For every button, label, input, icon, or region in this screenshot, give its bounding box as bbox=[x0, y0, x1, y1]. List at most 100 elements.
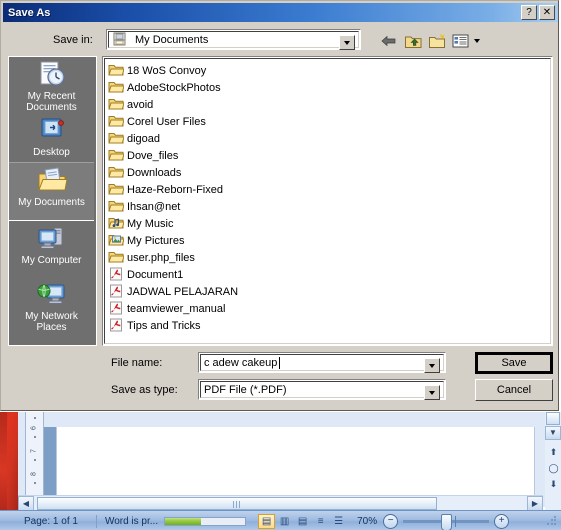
chevron-down-icon[interactable] bbox=[339, 35, 355, 50]
scroll-down-button[interactable]: ▼ bbox=[545, 426, 561, 440]
vertical-ruler[interactable]: 6 7 8 bbox=[25, 412, 44, 507]
list-item[interactable]: avoid bbox=[108, 96, 236, 113]
list-item[interactable]: Document1 bbox=[108, 266, 236, 283]
status-progress-bar bbox=[164, 516, 247, 526]
cancel-button[interactable]: Cancel bbox=[475, 379, 553, 401]
back-button[interactable] bbox=[377, 30, 400, 52]
list-item[interactable]: teamviewer_manual bbox=[108, 300, 236, 317]
zoom-slider-control[interactable]: − + bbox=[383, 513, 510, 530]
zoom-slider-track[interactable] bbox=[403, 513, 490, 530]
draft-icon: ☰ bbox=[334, 515, 344, 527]
zoom-out-button[interactable]: − bbox=[383, 513, 399, 529]
dialog-body: My Recent Documents Desktop My Documents… bbox=[8, 56, 553, 346]
pictures-folder-icon bbox=[108, 233, 125, 248]
up-one-level-button[interactable] bbox=[402, 30, 425, 52]
list-item-label: 18 WoS Convoy bbox=[127, 64, 207, 77]
sidebar-item-label: My Network Places bbox=[25, 311, 78, 333]
dialog-title-bar[interactable]: Save As ? ✕ bbox=[3, 3, 558, 22]
list-item[interactable]: digoad bbox=[108, 130, 236, 147]
horizontal-scrollbar[interactable]: ◀ ▶ bbox=[18, 495, 543, 511]
resize-grip[interactable] bbox=[546, 515, 558, 527]
chevron-down-icon[interactable] bbox=[424, 385, 440, 400]
file-name-value: c adew cakeup bbox=[204, 356, 278, 369]
views-button[interactable] bbox=[451, 30, 481, 52]
help-button[interactable]: ? bbox=[521, 5, 537, 20]
list-item-label: Dove_files bbox=[127, 149, 179, 162]
file-list-columns: 18 WoS Convoy AdobeStockPhotos avoid Cor… bbox=[108, 62, 548, 341]
full-screen-reading-view-button[interactable]: ▥ bbox=[276, 514, 293, 529]
save-as-type-label: Save as type: bbox=[111, 384, 178, 396]
print-layout-view-button[interactable]: ▤ bbox=[258, 513, 276, 529]
status-page-indicator[interactable]: Page: 1 of 1 bbox=[0, 516, 88, 527]
folder-icon bbox=[108, 97, 125, 112]
sidebar-item-label: Desktop bbox=[33, 147, 70, 158]
desktop-icon bbox=[36, 116, 68, 146]
dialog-title: Save As bbox=[8, 6, 51, 19]
list-item-label: My Pictures bbox=[127, 234, 185, 247]
my-documents-folder-icon bbox=[36, 166, 68, 196]
list-item-label: user.php_files bbox=[127, 251, 195, 264]
sidebar-item-my-documents[interactable]: My Documents bbox=[9, 162, 94, 221]
screen: 6 7 8 ◀ ▶ ▼ ⬆ ◯ ⬇ Page: 1 of 1 Word is p… bbox=[0, 0, 561, 530]
list-item[interactable]: JADWAL PELAJARAN bbox=[108, 283, 239, 300]
folder-icon bbox=[108, 250, 125, 265]
full-screen-reading-icon: ▥ bbox=[279, 515, 290, 527]
previous-page-button[interactable]: ⬆ bbox=[548, 446, 559, 459]
list-item[interactable]: My Music bbox=[108, 215, 236, 232]
save-as-type-dropdown[interactable]: PDF File (*.PDF) bbox=[198, 379, 446, 400]
select-browse-object-button[interactable]: ◯ bbox=[548, 462, 559, 475]
draft-view-button[interactable]: ☰ bbox=[330, 514, 347, 529]
list-item[interactable]: Dove_files bbox=[108, 147, 236, 164]
zoom-level-label[interactable]: 70% bbox=[357, 516, 377, 527]
list-item[interactable]: user.php_files bbox=[108, 249, 236, 266]
sidebar-item-label: My Computer bbox=[21, 255, 82, 266]
view-buttons-group: ▤ ▥ ▤ ≡ ☰ bbox=[258, 513, 347, 529]
title-bar-buttons: ? ✕ bbox=[521, 5, 558, 20]
list-item[interactable]: Ihsan@net bbox=[108, 198, 236, 215]
folder-icon bbox=[108, 114, 125, 129]
horizontal-scroll-thumb[interactable] bbox=[37, 497, 437, 510]
sidebar-item-my-recent-documents[interactable]: My Recent Documents bbox=[9, 57, 94, 113]
list-item[interactable]: My Pictures bbox=[108, 232, 236, 249]
zoom-slider-thumb[interactable] bbox=[441, 513, 453, 530]
list-item[interactable]: Downloads bbox=[108, 164, 236, 181]
scroll-right-button[interactable]: ▶ bbox=[527, 496, 543, 511]
file-name-label: File name: bbox=[111, 357, 163, 369]
list-item[interactable]: Tips and Tricks bbox=[108, 317, 236, 334]
save-in-row: Save in: My Documents bbox=[1, 28, 560, 54]
web-layout-icon: ▤ bbox=[297, 515, 308, 527]
file-name-input[interactable]: c adew cakeup bbox=[198, 352, 446, 373]
sidebar-item-desktop[interactable]: Desktop bbox=[9, 113, 94, 162]
print-layout-icon: ▤ bbox=[261, 515, 272, 527]
outline-view-button[interactable]: ≡ bbox=[312, 514, 329, 529]
sidebar-item-my-computer[interactable]: My Computer bbox=[9, 221, 94, 277]
chevron-down-icon[interactable] bbox=[424, 358, 440, 373]
vertical-scroll-thumb[interactable] bbox=[546, 412, 560, 425]
save-in-dropdown[interactable]: My Documents bbox=[106, 29, 361, 50]
list-item[interactable]: Haze-Reborn-Fixed bbox=[108, 181, 236, 198]
file-list[interactable]: 18 WoS Convoy AdobeStockPhotos avoid Cor… bbox=[102, 56, 553, 346]
list-item-label: JADWAL PELAJARAN bbox=[127, 285, 239, 298]
save-in-value: My Documents bbox=[135, 33, 209, 46]
sidebar-item-my-network-places[interactable]: My Network Places bbox=[9, 277, 94, 333]
scroll-left-button[interactable]: ◀ bbox=[18, 496, 34, 511]
list-item[interactable]: 18 WoS Convoy bbox=[108, 62, 236, 79]
create-new-folder-button[interactable] bbox=[426, 30, 449, 52]
save-button[interactable]: Save bbox=[475, 352, 553, 374]
word-status-bar: Page: 1 of 1 Word is pr... ▤ ▥ ▤ ≡ ☰ 70%… bbox=[0, 510, 561, 530]
close-icon[interactable]: ✕ bbox=[539, 5, 555, 20]
outline-icon: ≡ bbox=[317, 515, 324, 527]
vertical-scrollbar[interactable]: ▼ ⬆ ◯ ⬇ bbox=[545, 412, 561, 510]
list-item[interactable]: AdobeStockPhotos bbox=[108, 79, 236, 96]
zoom-in-button[interactable]: + bbox=[494, 513, 510, 529]
list-item[interactable]: Corel User Files bbox=[108, 113, 236, 130]
list-item-label: Downloads bbox=[127, 166, 182, 179]
next-page-button[interactable]: ⬇ bbox=[548, 478, 559, 491]
save-in-label: Save in: bbox=[53, 34, 93, 46]
list-item-label: Haze-Reborn-Fixed bbox=[127, 183, 223, 196]
scroll-thumb-grip bbox=[233, 501, 241, 508]
status-progress-fill bbox=[165, 517, 202, 525]
ruler-mark-6: 6 bbox=[30, 426, 38, 430]
list-item-label: teamviewer_manual bbox=[127, 302, 226, 315]
web-layout-view-button[interactable]: ▤ bbox=[294, 514, 311, 529]
